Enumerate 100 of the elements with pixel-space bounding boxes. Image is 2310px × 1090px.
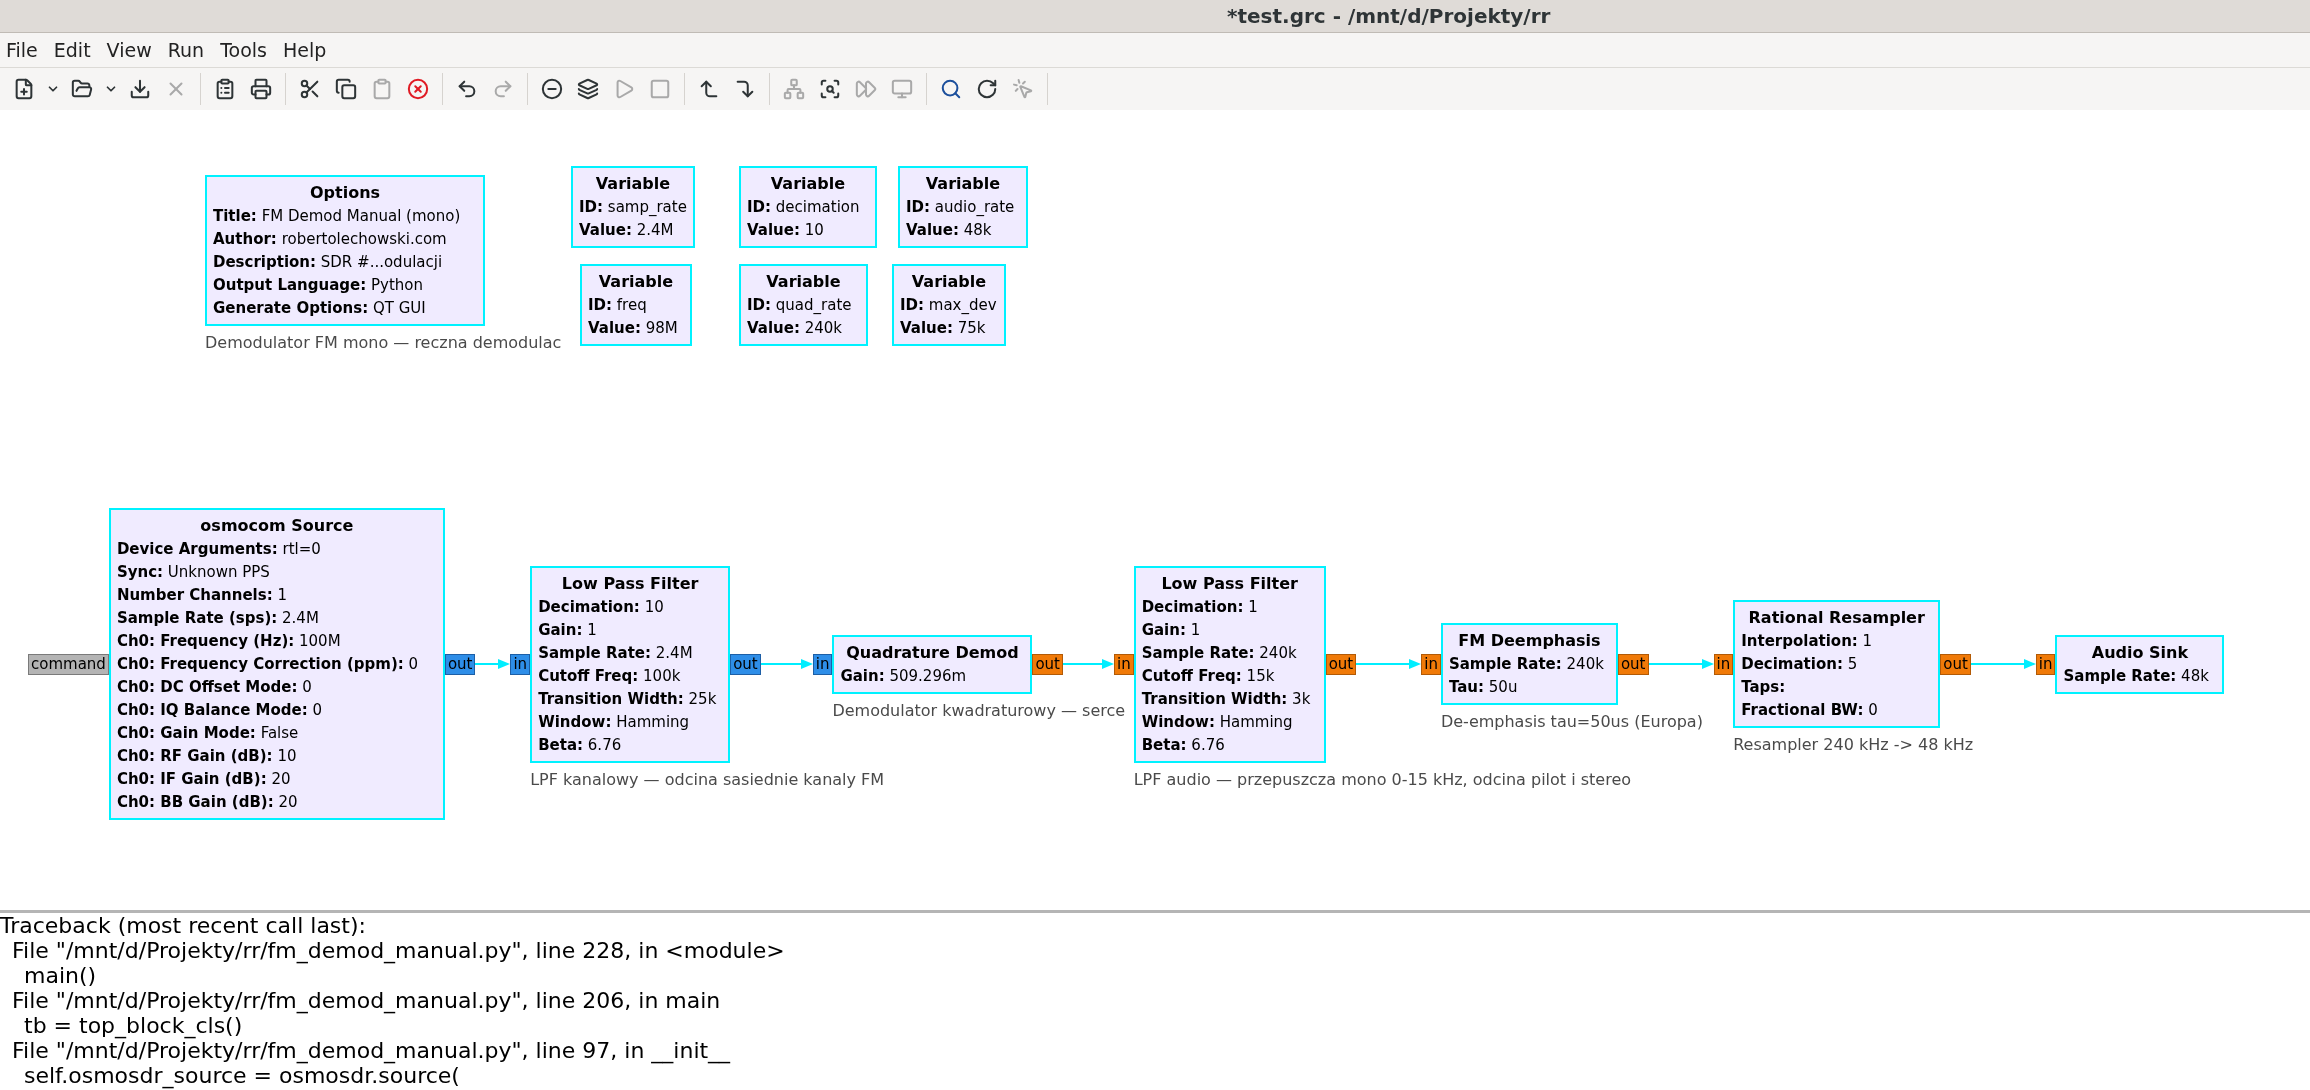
menu-item[interactable]: View [106, 35, 152, 65]
block[interactable]: Variable ID: samp_rate Value: 2.4M [571, 166, 695, 248]
block[interactable]: Audio Sink Sample Rate: 48k [2055, 634, 2225, 694]
block[interactable]: Low Pass Filter Decimation: 10 Gain: 1 Sample Rate: 2.4M Cutoff Freq: 100k Transition Width: 25k Window: Hamming Beta: 6.76 [530, 565, 731, 763]
console-line: File "/mnt/d/Projekty/rr/fm_demod_manual.py", line 97, in __init__ [11, 1038, 732, 1063]
port[interactable]: out [1617, 653, 1649, 675]
connection-arrow [1648, 658, 1714, 670]
block-parameter: ID: freq [588, 295, 648, 316]
block-title: Low Pass Filter [560, 572, 700, 595]
connection-arrow [1063, 658, 1114, 670]
menu-item[interactable]: Help [282, 35, 327, 65]
block-title: Variable [597, 271, 675, 293]
block-parameter: Cutoff Freq: 100k [538, 665, 682, 687]
block-parameter: ID: max_dev [900, 295, 998, 316]
port[interactable]: out [1032, 653, 1063, 675]
port[interactable]: out [1940, 653, 1971, 675]
rotate-left-icon [698, 78, 720, 100]
block-title: Audio Sink [2090, 641, 2190, 664]
block-parameter: Sample Rate: 240k [1448, 654, 1605, 675]
reload-icon [976, 78, 998, 100]
block-title: Variable [765, 271, 842, 293]
block-comment: Demodulator FM mono — reczna demodulac [205, 332, 562, 354]
block-comment: Resampler 240 kHz -> 48 kHz [1733, 734, 1974, 756]
block-title: Options [308, 182, 382, 204]
clipboard-icon [371, 78, 393, 100]
block-parameter: Window: Hamming [1141, 711, 1294, 733]
port[interactable]: out [1325, 653, 1357, 675]
block-parameter: Value: 10 [747, 220, 825, 241]
port[interactable]: in [1713, 653, 1734, 675]
block-parameter: Value: 48k [906, 220, 993, 241]
pointer-icon [1012, 78, 1034, 100]
block[interactable]: Rational Resampler Interpolation: 1 Decimation: 5 Taps: Fractional BW: 0 [1733, 600, 1941, 728]
menu-item[interactable]: File [6, 35, 38, 65]
block-title: Quadrature Demod [845, 641, 1020, 664]
rotate-right-icon [734, 78, 756, 100]
port[interactable]: command [28, 653, 109, 675]
block-title: Variable [924, 173, 1002, 195]
fast-forward-icon [855, 78, 877, 100]
console-line: File "/mnt/d/Projekty/rr/fm_demod_manual.py", line 206, in main [11, 988, 722, 1013]
block[interactable]: Variable ID: max_dev Value: 75k [892, 264, 1006, 346]
search-icon [940, 78, 962, 100]
menu-item[interactable]: Run [167, 35, 205, 65]
block-parameter: Value: 240k [747, 318, 843, 339]
port[interactable]: in [2035, 653, 2056, 675]
block-parameter: Beta: 6.76 [538, 734, 623, 756]
block[interactable]: Variable ID: decimation Value: 10 [739, 166, 877, 248]
block-parameter: Sample Rate: 240k [1141, 642, 1298, 664]
block-title: Variable [594, 173, 672, 195]
block-parameter: ID: decimation [747, 197, 861, 218]
block-parameter: Ch0: Frequency Correction (ppm): 0 [116, 654, 420, 675]
block-parameter: Value: 2.4M [579, 220, 675, 241]
port[interactable]: out [730, 653, 761, 675]
block-parameter: Device Arguments: rtl=0 [116, 539, 322, 560]
block-parameter: Title: FM Demod Manual (mono) [213, 206, 462, 227]
scissors-icon [299, 78, 321, 100]
block-parameter: Ch0: Gain Mode: False [116, 723, 300, 744]
block-parameter: Number Channels: 1 [116, 585, 288, 606]
minus-circle-icon [541, 78, 563, 100]
block-parameter: Tau: 50u [1448, 677, 1519, 698]
block[interactable]: Options Title: FM Demod Manual (mono) Author: robertolechowski.com Description: SDR #...odulacji Output Language: Python Generate Options: QT GUI [205, 175, 485, 326]
port[interactable]: in [1114, 653, 1134, 675]
block-parameter: Gain: 1 [538, 619, 598, 641]
find-icon [819, 78, 841, 100]
block-comment: LPF kanalowy — odcina sasiednie kanaly FM [530, 768, 885, 791]
menu-item[interactable]: Tools [220, 35, 267, 65]
redo-icon [492, 78, 514, 100]
block[interactable]: Low Pass Filter Decimation: 1 Gain: 1 Sample Rate: 240k Cutoff Freq: 15k Transition Width: 3k Window: Hamming Beta: 6.76 [1133, 565, 1326, 763]
block[interactable]: Variable ID: audio_rate Value: 48k [898, 166, 1028, 248]
block-title: Variable [769, 173, 847, 195]
block-parameter: ID: samp_rate [579, 197, 687, 218]
block[interactable]: Quadrature Demod Gain: 509.296m [832, 634, 1033, 694]
connection-arrow [1970, 658, 2036, 670]
hierarchy-icon [783, 78, 805, 100]
block-parameter: Ch0: IQ Balance Mode: 0 [116, 700, 324, 721]
document-icon [214, 78, 236, 100]
block[interactable]: Variable ID: quad_rate Value: 240k [739, 264, 868, 346]
block-title: Low Pass Filter [1160, 572, 1299, 595]
window-title: *test.grc - /mnt/d/Projekty/rr [1227, 3, 1551, 30]
block-title: osmocom Source [199, 515, 355, 537]
port[interactable]: in [812, 653, 833, 675]
menu-item[interactable]: Edit [53, 35, 91, 65]
block[interactable]: FM Deemphasis Sample Rate: 240k Tau: 50u [1440, 623, 1618, 705]
block-parameter: Author: robertolechowski.com [213, 229, 448, 250]
open-folder-icon [71, 78, 93, 100]
connection-arrow [1356, 658, 1422, 670]
port[interactable]: out [444, 653, 476, 675]
block-parameter: Sample Rate (sps): 2.4M [116, 608, 320, 629]
block[interactable]: Variable ID: freq Value: 98M [580, 264, 692, 346]
block[interactable] [108, 508, 445, 820]
port[interactable]: in [1421, 653, 1441, 675]
block-parameter: Sample Rate: 2.4M [538, 642, 694, 664]
block-comment: Demodulator kwadraturowy — serce [832, 699, 1126, 722]
block-title: FM Deemphasis [1457, 630, 1602, 652]
port[interactable]: in [510, 653, 531, 675]
block-parameter: Value: 75k [900, 318, 987, 339]
block-parameter: Ch0: IF Gain (dB): 20 [116, 769, 292, 790]
block-parameter: ID: audio_rate [906, 197, 1016, 218]
block-parameter: Gain: 509.296m [840, 665, 968, 687]
printer-icon [250, 78, 272, 100]
connection-arrow [760, 658, 813, 670]
